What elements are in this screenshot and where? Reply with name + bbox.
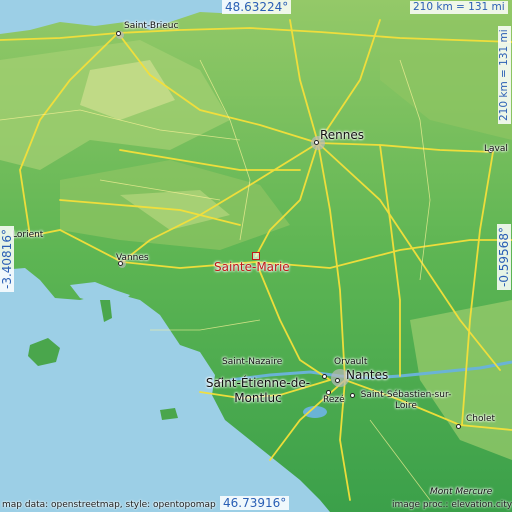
saint-sebastien-dot	[350, 393, 355, 398]
place-label-saint-etienne: Saint-Étienne-de-Montluc	[205, 376, 311, 405]
place-label-lorient: Lorient	[12, 230, 44, 240]
cholet-dot	[456, 424, 461, 429]
place-label-vannes: Vannes	[116, 253, 149, 263]
place-label-saint-sebastien: Saint-Sébastien-sur-Loire	[360, 390, 452, 411]
nantes-dot	[335, 378, 340, 383]
place-label-saint-brieuc: Saint-Brieuc	[124, 21, 179, 31]
latitude-top-label: 48.63224°	[222, 0, 292, 14]
map-view[interactable]: Saint-Brieuc Rennes Laval Lorient Vannes…	[0, 0, 512, 512]
longitude-right-label: -0.59568°	[497, 224, 511, 290]
target-location-marker	[252, 252, 260, 260]
place-label-mont-mercure: Mont Mercure	[430, 487, 493, 497]
place-label-orvault: Orvault	[334, 357, 368, 367]
place-label-saint-nazaire: Saint-Nazaire	[222, 357, 283, 367]
latitude-bottom-label: 46.73916°	[220, 496, 290, 510]
rennes-dot	[314, 140, 319, 145]
place-label-cholet: Cholet	[466, 414, 496, 424]
scale-horizontal-label: 210 km = 131 mi	[410, 1, 508, 14]
saint-brieuc-dot	[116, 31, 121, 36]
target-location-label: Sainte-Marie	[214, 260, 290, 274]
place-label-laval: Laval	[484, 144, 508, 154]
place-label-rennes: Rennes	[320, 128, 365, 142]
place-label-reze: Rezé	[323, 395, 345, 405]
image-processing-credit: image proc.: elevation.city	[392, 500, 512, 510]
map-data-credit: map data: openstreetmap, style: opentopo…	[2, 500, 216, 510]
place-label-nantes: Nantes	[346, 368, 389, 382]
longitude-left-label: -3.40816°	[0, 226, 14, 292]
scale-vertical-label: 210 km = 131 mi	[498, 26, 511, 124]
